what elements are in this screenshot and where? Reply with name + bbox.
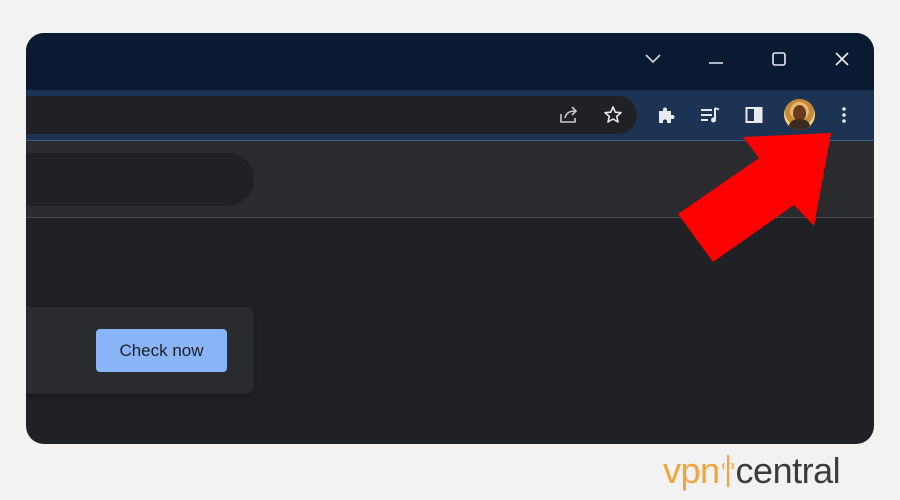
- browser-window: Check now: [26, 33, 874, 444]
- title-bar: [26, 33, 874, 90]
- minimize-icon: [708, 52, 724, 70]
- settings-header: [26, 141, 874, 217]
- brand-vpn-text: vpn: [663, 450, 720, 491]
- brand-central-text: central: [735, 450, 841, 491]
- menu-icon[interactable]: [832, 103, 856, 127]
- header-divider: [26, 217, 874, 218]
- close-icon: [834, 51, 850, 72]
- maximize-icon: [771, 51, 787, 72]
- brand-logo: vpn central: [663, 450, 841, 492]
- minimize-button[interactable]: [696, 41, 736, 81]
- brand-signal-icon: [721, 451, 735, 491]
- chevron-down-icon: [644, 52, 662, 70]
- safety-check-card: Check now: [26, 307, 254, 394]
- side-panel-icon[interactable]: [742, 103, 766, 127]
- share-icon[interactable]: [557, 103, 581, 127]
- address-bar[interactable]: [26, 96, 637, 134]
- avatar-body: [789, 119, 810, 130]
- user-avatar[interactable]: [784, 99, 815, 130]
- maximize-button[interactable]: [759, 41, 799, 81]
- search-input[interactable]: [26, 153, 254, 206]
- close-button[interactable]: [822, 41, 862, 81]
- tab-search-button[interactable]: [633, 41, 673, 81]
- media-icon[interactable]: [698, 103, 722, 127]
- star-icon[interactable]: [601, 103, 625, 127]
- check-now-button[interactable]: Check now: [96, 329, 227, 372]
- browser-toolbar: [26, 90, 874, 140]
- extensions-icon[interactable]: [654, 103, 678, 127]
